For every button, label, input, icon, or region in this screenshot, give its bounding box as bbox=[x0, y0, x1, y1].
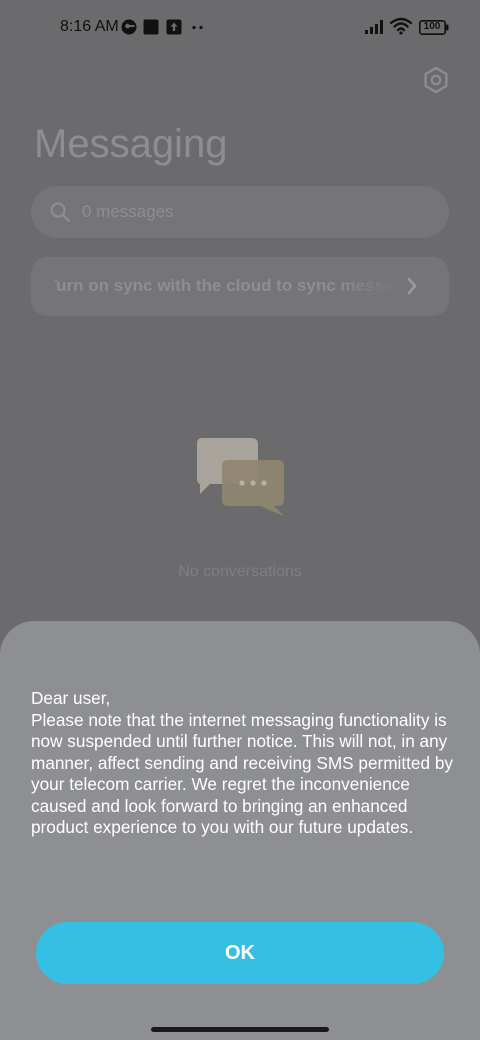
more-notifications-icon bbox=[192, 25, 203, 30]
vpn-key-icon bbox=[121, 19, 137, 35]
app-notification-icon bbox=[143, 19, 159, 35]
status-time: 8:16 AM bbox=[60, 18, 119, 35]
sync-banner-fade bbox=[331, 257, 401, 316]
search-placeholder: 0 messages bbox=[82, 202, 174, 221]
chevron-right-icon[interactable] bbox=[406, 276, 418, 296]
wifi-icon bbox=[390, 17, 412, 35]
chat-bubbles-icon bbox=[197, 438, 284, 516]
messaging-screen: 8:16 AM 100 Messaging 0 messages Turn on… bbox=[0, 0, 480, 1040]
gear-icon bbox=[424, 66, 448, 94]
search-bar[interactable]: 0 messages bbox=[31, 186, 449, 238]
battery-level: 100 bbox=[423, 21, 441, 32]
upload-notification-icon bbox=[166, 19, 182, 35]
search-icon bbox=[50, 202, 70, 222]
settings-button[interactable] bbox=[420, 64, 452, 96]
ok-button[interactable]: OK bbox=[36, 922, 444, 984]
cloud-sync-banner[interactable]: Turn on sync with the cloud to sync mess… bbox=[31, 257, 449, 316]
battery-icon: 100 bbox=[419, 20, 449, 35]
status-bar: 8:16 AM 100 bbox=[0, 0, 480, 56]
signal-icon bbox=[365, 20, 383, 34]
home-indicator[interactable] bbox=[151, 1027, 329, 1032]
empty-state-text: No conversations bbox=[178, 563, 302, 580]
dialog-message: Dear user, Please note that the internet… bbox=[31, 688, 453, 837]
page-title: Messaging bbox=[34, 122, 228, 166]
